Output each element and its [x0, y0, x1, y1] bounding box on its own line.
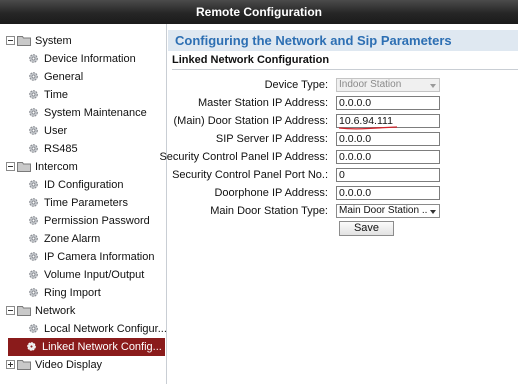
main-door-station-ip-label: (Main) Door Station IP Address: [173, 115, 328, 127]
main-panel: Configuring the Network and Sip Paramete… [159, 24, 518, 384]
red-underline-annotation [338, 126, 398, 130]
sidebar-item-linked-network-configuration[interactable]: Linked Network Config... [8, 338, 165, 356]
collapse-toggle-icon[interactable] [6, 35, 15, 45]
sidebar-item-label: IP Camera Information [44, 251, 155, 264]
tree-group-label: System [35, 35, 72, 48]
collapse-toggle-icon[interactable] [6, 161, 15, 171]
sidebar-item-time[interactable]: Time [28, 86, 166, 104]
tree-group-system[interactable]: System [6, 32, 72, 50]
sidebar-item-label: Linked Network Config... [42, 341, 162, 354]
sip-server-ip-label: SIP Server IP Address: [215, 133, 328, 145]
sidebar-item-label: Ring Import [44, 287, 101, 300]
gear-icon [29, 53, 38, 63]
gear-icon [29, 287, 38, 297]
folder-icon [17, 161, 31, 172]
gear-icon [29, 215, 38, 225]
sidebar-tree: System Device Information General Time S… [0, 24, 167, 384]
gear-icon [29, 125, 38, 135]
gear-icon [29, 107, 38, 117]
gear-icon [29, 179, 38, 189]
master-station-ip-label: Master Station IP Address: [197, 97, 328, 109]
gear-icon [29, 233, 38, 243]
gear-icon [29, 323, 38, 333]
sidebar-item-label: Permission Password [44, 215, 150, 228]
sidebar-item-time-parameters[interactable]: Time Parameters [28, 194, 166, 212]
sidebar-item-device-information[interactable]: Device Information [28, 50, 166, 68]
sidebar-item-general[interactable]: General [28, 68, 166, 86]
tree-group-label: Intercom [35, 161, 78, 174]
doorphone-ip-input[interactable]: 0.0.0.0 [336, 186, 440, 200]
sidebar-item-ring-import[interactable]: Ring Import [28, 284, 166, 302]
sidebar-item-label: RS485 [44, 143, 78, 156]
folder-icon [17, 359, 31, 370]
sidebar-item-label: Local Network Configur... [44, 323, 166, 336]
tree-group-label: Video Display [35, 359, 103, 372]
sidebar-item-system-maintenance[interactable]: System Maintenance [28, 104, 166, 122]
sidebar-item-label: Volume Input/Output [44, 269, 145, 282]
gear-icon [29, 71, 38, 81]
device-type-label: Device Type: [264, 79, 328, 91]
sip-server-ip-input[interactable]: 0.0.0.0 [336, 132, 440, 146]
gear-icon [29, 143, 38, 153]
sidebar-item-label: Time Parameters [44, 197, 128, 210]
sidebar-item-label: System Maintenance [44, 107, 147, 120]
security-panel-ip-label: Security Control Panel IP Address: [159, 151, 328, 163]
tree-group-intercom[interactable]: Intercom [6, 158, 78, 176]
folder-icon [17, 305, 31, 316]
gear-icon [29, 269, 38, 279]
save-button[interactable]: Save [339, 221, 394, 236]
doorphone-ip-label: Doorphone IP Address: [214, 187, 328, 199]
chevron-down-icon [430, 210, 436, 214]
gear-icon [27, 341, 36, 351]
sidebar-item-id-configuration[interactable]: ID Configuration [28, 176, 166, 194]
master-station-ip-input[interactable]: 0.0.0.0 [336, 96, 440, 110]
gear-icon [29, 197, 38, 207]
sidebar-item-rs485[interactable]: RS485 [28, 140, 166, 158]
security-panel-ip-input[interactable]: 0.0.0.0 [336, 150, 440, 164]
section-title: Linked Network Configuration [172, 54, 330, 66]
sidebar-item-ip-camera-information[interactable]: IP Camera Information [28, 248, 166, 266]
main-door-station-type-value: Main Door Station ... [339, 205, 427, 216]
tree-group-label: Network [35, 305, 76, 318]
expand-toggle-icon[interactable] [6, 359, 15, 369]
tree-group-video-display[interactable]: Video Display [6, 356, 102, 374]
folder-icon [17, 35, 31, 46]
collapse-toggle-icon[interactable] [6, 305, 15, 315]
window-title: Remote Configuration [0, 0, 518, 24]
sidebar-item-zone-alarm[interactable]: Zone Alarm [28, 230, 166, 248]
sidebar-item-label: Zone Alarm [44, 233, 101, 246]
sidebar-item-label: ID Configuration [44, 179, 124, 192]
page-title: Configuring the Network and Sip Paramete… [168, 30, 518, 51]
gear-icon [29, 89, 38, 99]
security-panel-port-input[interactable]: 0 [336, 168, 440, 182]
sidebar-item-user[interactable]: User [28, 122, 166, 140]
gear-icon [29, 251, 38, 261]
sidebar-item-volume-input-output[interactable]: Volume Input/Output [28, 266, 166, 284]
sidebar-item-label: User [44, 125, 68, 138]
device-type-select: Indoor Station [336, 78, 440, 92]
main-door-station-type-label: Main Door Station Type: [210, 205, 328, 217]
section-divider [172, 69, 518, 70]
chevron-down-icon [430, 84, 436, 88]
device-type-value: Indoor Station [339, 79, 402, 90]
security-panel-port-label: Security Control Panel Port No.: [172, 169, 328, 181]
sidebar-item-local-network-configuration[interactable]: Local Network Configur... [28, 320, 166, 338]
main-door-station-type-select[interactable]: Main Door Station ... [336, 204, 440, 218]
sidebar-item-label: General [44, 71, 84, 84]
tree-group-network[interactable]: Network [6, 302, 75, 320]
sidebar-item-permission-password[interactable]: Permission Password [28, 212, 166, 230]
sidebar-item-label: Time [44, 89, 69, 102]
sidebar-item-label: Device Information [44, 53, 136, 66]
